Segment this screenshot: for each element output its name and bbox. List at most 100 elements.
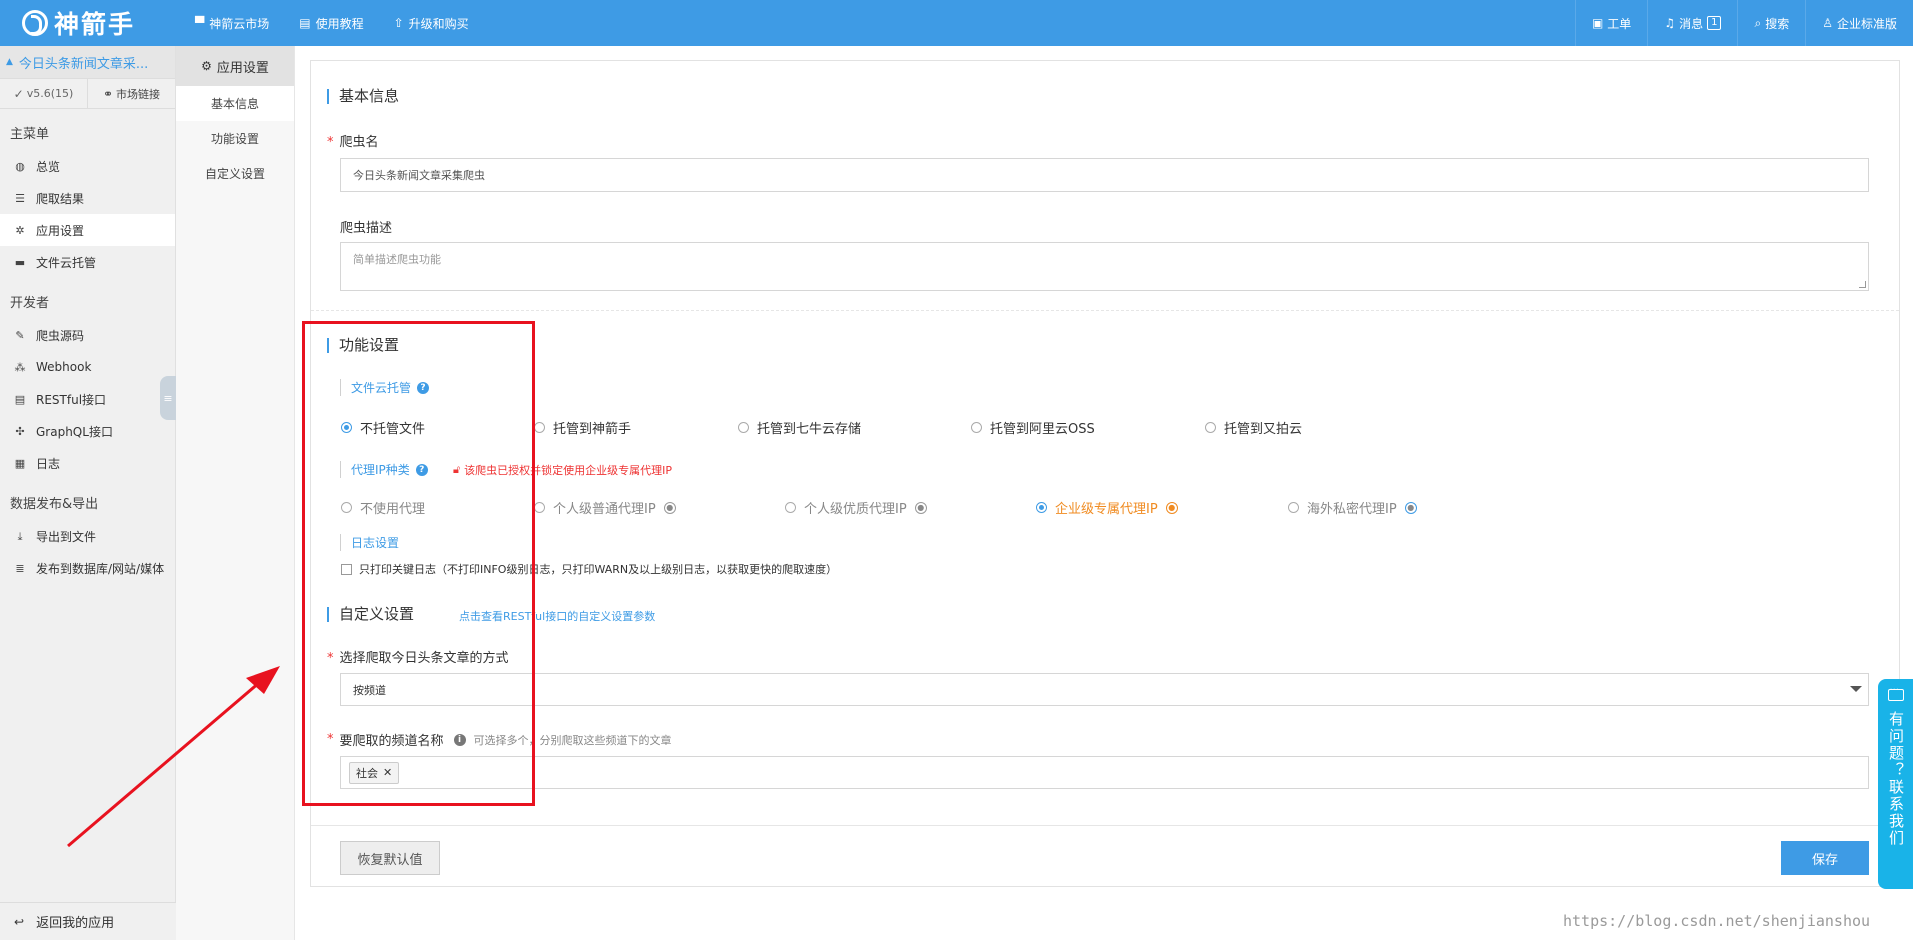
nav-cloud-market-label: 神箭云市场 xyxy=(209,16,270,31)
radio-label: 个人级优质代理IP xyxy=(804,502,907,517)
sidebar-item-webhook[interactable]: ⁂ Webhook xyxy=(0,351,175,383)
database-icon: ≣ xyxy=(15,561,25,575)
subnav-basic-info[interactable]: 基本信息 xyxy=(176,86,294,121)
question-icon[interactable]: ? xyxy=(417,381,430,394)
message-count-badge: 1 xyxy=(1707,16,1722,30)
nav-upgrade[interactable]: ⇧ 升级和购买 xyxy=(379,0,484,46)
webhook-icon: ⁂ xyxy=(14,360,26,374)
search-button[interactable]: ⌕ 搜索 xyxy=(1737,0,1805,46)
edit-icon: ✎ xyxy=(15,328,25,342)
radio-no-proxy[interactable]: 不使用代理 xyxy=(341,498,425,517)
sidebar-collapse-handle[interactable]: ≡ xyxy=(160,376,176,420)
back-to-apps-label: 返回我的应用 xyxy=(36,916,115,931)
watermark: https://blog.csdn.net/shenjianshou xyxy=(1563,912,1871,930)
radio-label: 不托管文件 xyxy=(360,422,426,437)
nav-cloud-market[interactable]: ▀ 神箭云市场 xyxy=(180,0,284,46)
lock-icon: 🔓︎ xyxy=(453,463,461,476)
sidebar-item-source[interactable]: ✎ 爬虫源码 xyxy=(0,319,175,351)
radio-proxy-personal-premium[interactable]: 个人级优质代理IP ● xyxy=(785,498,927,517)
back-to-apps-link[interactable]: ↩ 返回我的应用 xyxy=(0,902,176,940)
sidebar-item-restful[interactable]: ▤ RESTful接口 xyxy=(0,383,175,415)
sidebar-item-publish[interactable]: ≣ 发布到数据库/网站/媒体 xyxy=(0,552,175,584)
radio-dot xyxy=(738,422,749,433)
message-button[interactable]: ♫ 消息 1 xyxy=(1647,0,1737,46)
radio-host-upyun[interactable]: 托管到又拍云 xyxy=(1205,418,1302,437)
api-icon: ▤ xyxy=(14,392,26,406)
check-circle-icon: ✓ xyxy=(13,86,24,101)
nav-tutorial-label: 使用教程 xyxy=(315,16,364,31)
brand-name: 神箭手 xyxy=(54,10,136,39)
radio-label: 海外私密代理IP xyxy=(1307,502,1397,517)
menu-icon: ≡ xyxy=(163,391,173,405)
app-name-label: 今日头条新闻文章采... xyxy=(18,56,149,72)
file-hosting-subtitle: 文件云托管 ? xyxy=(340,379,430,396)
graphql-icon: ✣ xyxy=(15,424,25,438)
save-button[interactable]: 保存 xyxy=(1781,841,1869,875)
channel-tags-input[interactable]: 社会 ✕ xyxy=(340,756,1869,789)
log-subtitle: 日志设置 xyxy=(340,534,399,551)
radio-label: 托管到七牛云存储 xyxy=(757,422,862,437)
radio-proxy-overseas[interactable]: 海外私密代理IP ● xyxy=(1288,498,1417,517)
crawler-name-input[interactable]: 今日头条新闻文章采集爬虫 xyxy=(340,158,1869,192)
sidebar-item-graphql[interactable]: ✣ GraphQL接口 xyxy=(0,415,175,447)
message-label: 消息 xyxy=(1679,16,1704,31)
brand-logo[interactable]: 神箭手 xyxy=(0,0,180,46)
market-link[interactable]: ⚭ 市场链接 xyxy=(87,79,175,108)
contact-us-label: 有问题？联系我们 xyxy=(1887,711,1905,847)
info-icon[interactable]: i xyxy=(453,733,466,746)
question-icon[interactable]: ? xyxy=(415,463,428,476)
radio-label: 托管到神箭手 xyxy=(553,422,632,437)
gear-icon: ⚙ xyxy=(201,59,212,73)
radio-proxy-personal-basic[interactable]: 个人级普通代理IP ● xyxy=(534,498,676,517)
crawler-desc-label: 爬虫描述 xyxy=(340,221,393,236)
top-nav-links: ▀ 神箭云市场 ▤ 使用教程 ⇧ 升级和购买 xyxy=(180,0,484,46)
restful-params-link[interactable]: 点击查看RESTful接口的自定义设置参数 xyxy=(459,608,655,624)
nav-tutorial[interactable]: ▤ 使用教程 xyxy=(284,0,378,46)
sidebar-item-log[interactable]: ▦ 日志 xyxy=(0,447,175,479)
section-title-basic: 基本信息 xyxy=(327,89,399,104)
sidebar-item-file-hosting[interactable]: ▬ 文件云托管 xyxy=(0,246,175,278)
crawl-mode-select[interactable]: 按频道 xyxy=(340,673,1869,706)
radio-dot xyxy=(534,422,545,433)
crawler-desc-textarea[interactable]: 简单描述爬虫功能 xyxy=(340,242,1869,291)
app-name[interactable]: ▲ 今日头条新闻文章采... xyxy=(0,46,175,79)
settings-subnav: ⚙ 应用设置 基本信息 功能设置 自定义设置 xyxy=(176,46,295,940)
subnav-title-label: 应用设置 xyxy=(216,60,269,76)
enterprise-icon: ● xyxy=(1165,501,1178,514)
download-icon: ⤓ xyxy=(17,529,23,543)
sidebar-item-label: GraphQL接口 xyxy=(36,424,113,439)
account-menu[interactable]: ♙ 企业标准版 xyxy=(1805,0,1913,46)
sidebar-item-app-settings[interactable]: ✲ 应用设置 xyxy=(0,214,175,246)
sidebar-item-overview[interactable]: ◍ 总览 xyxy=(0,150,175,182)
link-icon: ⚭ xyxy=(102,86,114,101)
radio-dot xyxy=(785,502,796,513)
subnav-feature-settings[interactable]: 功能设置 xyxy=(176,121,294,156)
radio-label: 不使用代理 xyxy=(360,502,426,517)
sidebar-item-results[interactable]: ☰ 爬取结果 xyxy=(0,182,175,214)
app-icon: ▲ xyxy=(6,56,13,67)
radio-host-shenjianshou[interactable]: 托管到神箭手 xyxy=(534,418,631,437)
radio-proxy-enterprise[interactable]: 企业级专属代理IP ● xyxy=(1036,498,1178,517)
sidebar-item-label: 爬虫源码 xyxy=(36,328,85,343)
key-log-checkbox[interactable]: 只打印关键日志（不打印INFO级别日志，只打印WARN及以上级别日志，以获取更快… xyxy=(341,561,837,577)
globe-icon: ● xyxy=(1404,501,1417,514)
radio-dot xyxy=(971,422,982,433)
radio-label: 托管到阿里云OSS xyxy=(990,422,1095,437)
version-row: ✓ v5.6(15) ⚭ 市场链接 xyxy=(0,79,175,109)
key-log-checkbox-label: 只打印关键日志（不打印INFO级别日志，只打印WARN及以上级别日志，以获取更快… xyxy=(359,563,838,576)
contact-us-float[interactable]: 有问题？联系我们 xyxy=(1878,679,1913,889)
radio-host-qiniu[interactable]: 托管到七牛云存储 xyxy=(738,418,861,437)
radio-host-aliyun-oss[interactable]: 托管到阿里云OSS xyxy=(971,418,1095,437)
required-mark: * xyxy=(327,732,334,747)
subnav-custom-settings[interactable]: 自定义设置 xyxy=(176,156,294,191)
close-icon[interactable]: ✕ xyxy=(383,766,392,779)
radio-no-hosting[interactable]: 不托管文件 xyxy=(341,418,425,437)
left-sidebar: ▲ 今日头条新闻文章采... ✓ v5.6(15) ⚭ 市场链接 主菜单 ◍ 总… xyxy=(0,46,176,940)
sidebar-item-export[interactable]: ⤓ 导出到文件 xyxy=(0,520,175,552)
gear-icon: ✲ xyxy=(15,223,25,237)
radio-dot xyxy=(1288,502,1299,513)
ticket-button[interactable]: ▣ 工单 xyxy=(1574,0,1647,46)
cloud-market-icon: ▀ xyxy=(195,16,205,30)
top-right-menu: ▣ 工单 ♫ 消息 1 ⌕ 搜索 ♙ 企业标准版 xyxy=(1574,0,1913,46)
reset-default-button[interactable]: 恢复默认值 xyxy=(340,841,440,875)
